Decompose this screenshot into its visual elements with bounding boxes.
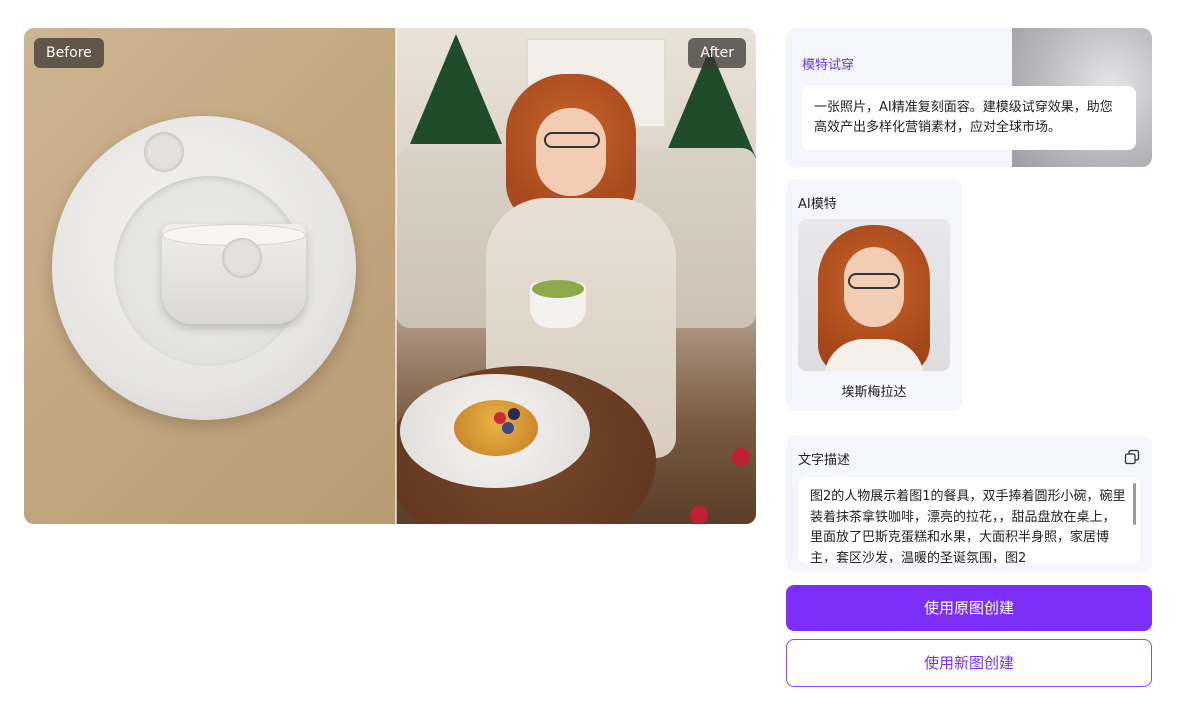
ai-model-label: AI模特 xyxy=(798,197,837,212)
use-original-button[interactable]: 使用原图创建 xyxy=(786,585,1152,631)
basque-cake xyxy=(454,400,538,456)
model-glasses xyxy=(848,273,900,289)
cup-emblem xyxy=(222,238,262,278)
model-name: 埃斯梅拉达 xyxy=(841,385,907,400)
before-after-compare[interactable]: Before After xyxy=(24,28,756,524)
after-image xyxy=(396,28,756,524)
person-face xyxy=(536,108,606,196)
prompt-textarea[interactable]: 图2的人物展示着图1的餐具，双手捧着圆形小碗，碗里装着抹茶拿铁咖啡，漂亮的拉花，… xyxy=(798,477,1140,563)
before-image xyxy=(24,28,396,524)
tryon-title: 模特试穿 xyxy=(802,58,855,73)
prompt-scrollbar[interactable] xyxy=(1133,483,1136,525)
ornament xyxy=(690,506,708,524)
result-modal: Before After 模特试穿 一张照片，AI精准复刻面容。建模级试穿效果，… xyxy=(0,0,1180,713)
after-label: After xyxy=(688,38,746,68)
compare-divider[interactable] xyxy=(395,28,397,524)
plate-emblem xyxy=(144,132,184,172)
before-label: Before xyxy=(34,38,104,68)
latte-art xyxy=(532,280,584,298)
christmas-tree xyxy=(410,34,502,144)
prompt-label: 文字描述 xyxy=(798,453,851,468)
berry xyxy=(502,422,514,434)
tryon-description: 一张照片，AI精准复刻面容。建模级试穿效果，助您高效产出多样化营销素材，应对全球… xyxy=(802,86,1136,150)
ai-model-card[interactable]: AI模特 埃斯梅拉达 xyxy=(786,179,962,411)
prompt-card: 文字描述 图2的人物展示着图1的餐具，双手捧着圆形小碗，碗里装着抹茶拿铁咖啡，漂… xyxy=(786,435,1152,573)
berry xyxy=(508,408,520,420)
use-new-button[interactable]: 使用新图创建 xyxy=(786,639,1152,687)
tryon-card: 模特试穿 一张照片，AI精准复刻面容。建模级试穿效果，助您高效产出多样化营销素材… xyxy=(786,28,1152,167)
model-avatar[interactable] xyxy=(798,219,950,371)
glasses xyxy=(544,132,600,148)
copy-icon[interactable] xyxy=(1124,449,1140,465)
ornament xyxy=(732,448,750,466)
prompt-text: 图2的人物展示着图1的餐具，双手捧着圆形小碗，碗里装着抹茶拿铁咖啡，漂亮的拉花，… xyxy=(810,489,1126,563)
